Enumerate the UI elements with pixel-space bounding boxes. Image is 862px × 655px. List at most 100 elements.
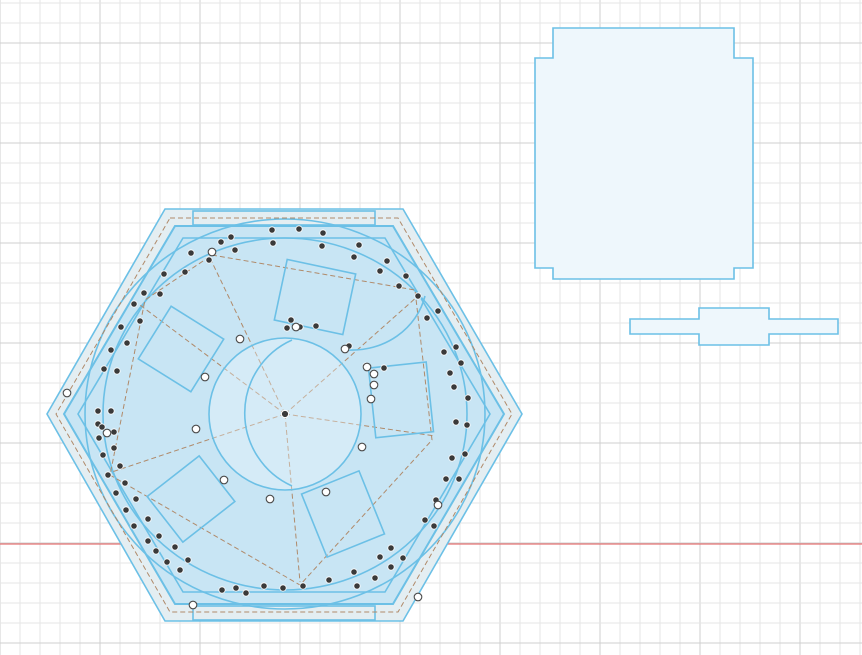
sketch-point[interactable] <box>130 300 138 308</box>
slot-bar-profile[interactable] <box>629 307 839 346</box>
sketch-point[interactable] <box>350 253 358 261</box>
sketch-point[interactable] <box>242 589 250 597</box>
constraint-point[interactable] <box>321 487 331 497</box>
sketch-point[interactable] <box>440 348 448 356</box>
sketch-point[interactable] <box>446 369 454 377</box>
sketch-point[interactable] <box>171 543 179 551</box>
sketch-point[interactable] <box>269 239 277 247</box>
sketch-point[interactable] <box>156 290 164 298</box>
sketch-point[interactable] <box>387 544 395 552</box>
sketch-point[interactable] <box>95 434 103 442</box>
side-panel[interactable] <box>534 27 754 280</box>
sketch-point[interactable] <box>130 522 138 530</box>
constraint-point[interactable] <box>433 500 443 510</box>
sketch-point[interactable] <box>112 489 120 497</box>
sketch-point[interactable] <box>421 516 429 524</box>
sketch-point[interactable] <box>452 418 460 426</box>
sketch-point[interactable] <box>353 582 361 590</box>
sketch-point[interactable] <box>260 582 268 590</box>
constraint-point[interactable] <box>340 344 350 354</box>
sketch-point[interactable] <box>319 229 327 237</box>
sketch-point[interactable] <box>442 475 450 483</box>
constraint-point[interactable] <box>207 247 217 257</box>
constraint-point[interactable] <box>362 362 372 372</box>
sketch-point[interactable] <box>132 495 140 503</box>
sketch-point[interactable] <box>116 462 124 470</box>
constraint-point[interactable] <box>357 442 367 452</box>
sketch-point[interactable] <box>376 267 384 275</box>
sketch-point[interactable] <box>110 428 118 436</box>
sketch-point[interactable] <box>279 584 287 592</box>
sketch-point[interactable] <box>318 242 326 250</box>
constraint-point[interactable] <box>366 394 376 404</box>
constraint-point[interactable] <box>369 369 379 379</box>
sketch-point[interactable] <box>423 314 431 322</box>
sketch-point[interactable] <box>107 346 115 354</box>
sketch-point[interactable] <box>99 451 107 459</box>
sketch-point[interactable] <box>414 292 422 300</box>
sketch-point[interactable] <box>325 576 333 584</box>
sketch-point[interactable] <box>232 584 240 592</box>
sketch-point[interactable] <box>395 282 403 290</box>
sketch-point[interactable] <box>430 522 438 530</box>
sketch-point[interactable] <box>121 479 129 487</box>
sketch-point[interactable] <box>152 547 160 555</box>
sketch-canvas[interactable] <box>0 0 862 655</box>
sketch-point[interactable] <box>434 307 442 315</box>
panel-profile[interactable] <box>534 27 754 280</box>
hexagon-body[interactable] <box>46 208 523 622</box>
sketch-point[interactable] <box>268 226 276 234</box>
sketch-point[interactable] <box>287 316 295 324</box>
sketch-point[interactable] <box>163 558 171 566</box>
sketch-point[interactable] <box>402 272 410 280</box>
sketch-point[interactable] <box>117 323 125 331</box>
sketch-point[interactable] <box>452 343 460 351</box>
sketch-point[interactable] <box>383 257 391 265</box>
sketch-point[interactable] <box>231 246 239 254</box>
sketch-point[interactable] <box>184 556 192 564</box>
sketch-point[interactable] <box>295 225 303 233</box>
sketch-point[interactable] <box>110 444 118 452</box>
constraint-point[interactable] <box>62 388 72 398</box>
sketch-point[interactable] <box>457 359 465 367</box>
sketch-point[interactable] <box>450 383 458 391</box>
constraint-point[interactable] <box>413 592 423 602</box>
constraint-point[interactable] <box>188 600 198 610</box>
sketch-point[interactable] <box>160 270 168 278</box>
sketch-point[interactable] <box>100 365 108 373</box>
sketch-point[interactable] <box>455 475 463 483</box>
sketch-point[interactable] <box>181 268 189 276</box>
sketch-point[interactable] <box>312 322 320 330</box>
sketch-point[interactable] <box>218 586 226 594</box>
sketch-point[interactable] <box>283 324 291 332</box>
constraint-point[interactable] <box>235 334 245 344</box>
constraint-point[interactable] <box>200 372 210 382</box>
sketch-point[interactable] <box>176 566 184 574</box>
sketch-point[interactable] <box>123 339 131 347</box>
sketch-point[interactable] <box>380 364 388 372</box>
sketch-point[interactable] <box>376 553 384 561</box>
sketch-point[interactable] <box>205 256 213 264</box>
sketch-point[interactable] <box>217 238 225 246</box>
sketch-point[interactable] <box>155 532 163 540</box>
sketch-point[interactable] <box>144 515 152 523</box>
sketch-point[interactable] <box>371 574 379 582</box>
sketch-point[interactable] <box>227 233 235 241</box>
constraint-point[interactable] <box>191 424 201 434</box>
constraint-point[interactable] <box>291 322 301 332</box>
sketch-point[interactable] <box>448 454 456 462</box>
sketch-point[interactable] <box>98 423 106 431</box>
sketch-point[interactable] <box>187 249 195 257</box>
sketch-point[interactable] <box>107 407 115 415</box>
sketch-point[interactable] <box>464 394 472 402</box>
sketch-point[interactable] <box>355 241 363 249</box>
sketch-point[interactable] <box>387 563 395 571</box>
sketch-point[interactable] <box>144 537 152 545</box>
constraint-point[interactable] <box>102 428 112 438</box>
sketch-point[interactable] <box>399 554 407 562</box>
sketch-point[interactable] <box>461 450 469 458</box>
sketch-point[interactable] <box>113 367 121 375</box>
sketch-point[interactable] <box>463 421 471 429</box>
slot-bar[interactable] <box>629 307 839 346</box>
constraint-point[interactable] <box>369 380 379 390</box>
